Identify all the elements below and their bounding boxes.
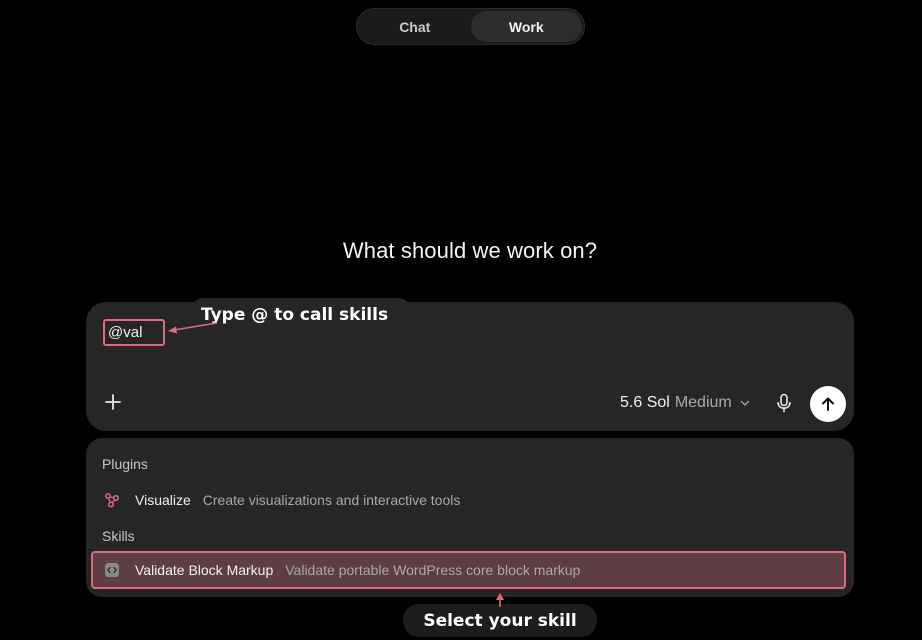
visualize-icon [104,492,120,508]
prompt-input[interactable]: @val [103,319,165,346]
skills-section-label: Skills [102,528,135,544]
model-name: 5.6 Sol [620,394,670,411]
add-button[interactable] [102,391,124,413]
model-effort: Medium [674,394,732,411]
suggestions-panel: Plugins Visualize Create visualizations … [86,438,854,597]
plus-icon [105,394,121,410]
skill-description: Validate portable WordPress core block m… [285,562,581,578]
model-selector[interactable]: 5.6 Sol Medium [620,393,751,413]
chevron-down-icon [740,400,749,406]
plugin-description: Create visualizations and interactive to… [202,492,461,508]
arrow-up-icon [822,397,834,411]
annotation-type-hint: Type @ to call skills [190,298,412,332]
plugin-title: Visualize [135,492,191,508]
send-button[interactable] [810,386,846,422]
skill-item-validate-block-markup[interactable]: Validate Block Markup Validate portable … [91,551,846,589]
code-icon [104,562,120,578]
tab-chat[interactable]: Chat [359,11,471,42]
plugin-item-visualize[interactable]: Visualize Create visualizations and inte… [91,481,846,519]
annotation-select-hint: Select your skill [403,604,597,637]
skill-title: Validate Block Markup [135,562,274,578]
plugins-section-label: Plugins [102,456,148,472]
voice-button[interactable] [774,391,794,415]
tab-work[interactable]: Work [470,11,582,42]
page-title: What should we work on? [342,238,598,263]
microphone-icon [777,393,791,413]
mode-toggle: Chat Work [356,8,585,45]
